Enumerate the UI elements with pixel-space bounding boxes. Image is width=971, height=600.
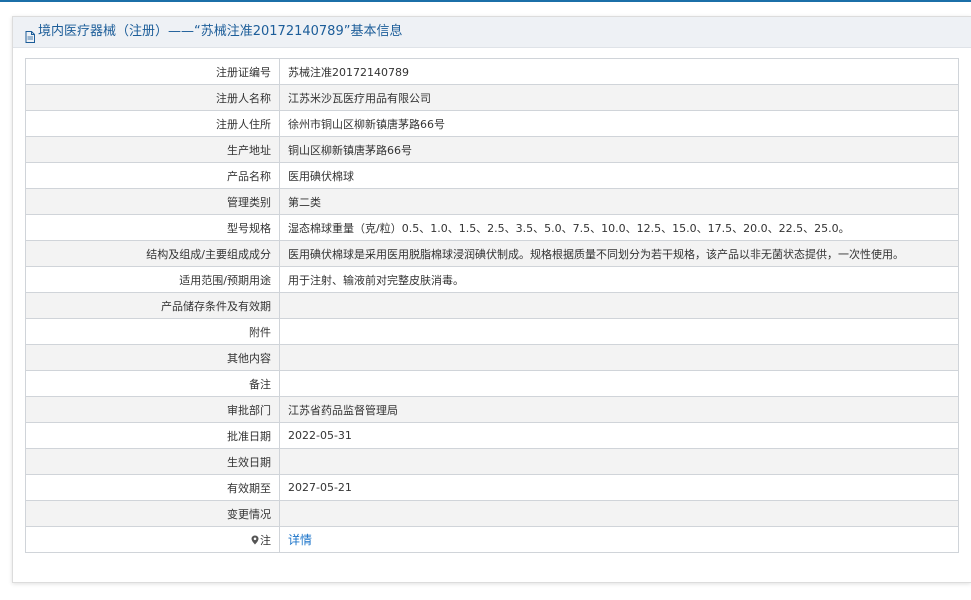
row-label: 注册人名称 bbox=[25, 84, 280, 111]
table-row: 产品名称 医用碘伏棉球 bbox=[25, 162, 959, 189]
table-row: 附件 bbox=[25, 318, 959, 345]
document-icon bbox=[25, 25, 35, 43]
table-row: 其他内容 bbox=[25, 344, 959, 371]
row-label: 附件 bbox=[25, 318, 280, 345]
row-label: 管理类别 bbox=[25, 188, 280, 215]
note-row: 注 详情 bbox=[25, 526, 959, 553]
row-label: 批准日期 bbox=[25, 422, 280, 449]
row-label: 审批部门 bbox=[25, 396, 280, 423]
note-label-cell: 注 bbox=[25, 526, 280, 553]
row-value: 医用碘伏棉球 bbox=[279, 162, 959, 189]
row-label: 产品名称 bbox=[25, 162, 280, 189]
table-row: 生产地址 铜山区柳新镇唐茅路66号 bbox=[25, 136, 959, 163]
row-value: 2027-05-21 bbox=[279, 474, 959, 501]
row-label: 其他内容 bbox=[25, 344, 280, 371]
info-panel: 境内医疗器械（注册）——“苏械注准20172140789”基本信息 注册证编号 … bbox=[12, 16, 971, 583]
pin-icon bbox=[251, 535, 259, 545]
row-value: 江苏省药品监督管理局 bbox=[279, 396, 959, 423]
row-value: 湿态棉球重量（克/粒）0.5、1.0、1.5、2.5、3.5、5.0、7.5、1… bbox=[279, 214, 959, 241]
row-value bbox=[279, 370, 959, 397]
row-label: 适用范围/预期用途 bbox=[25, 266, 280, 293]
table-row: 结构及组成/主要组成成分 医用碘伏棉球是采用医用脱脂棉球浸润碘伏制成。规格根据质… bbox=[25, 240, 959, 267]
row-label: 产品储存条件及有效期 bbox=[25, 292, 280, 319]
row-label: 生产地址 bbox=[25, 136, 280, 163]
row-value bbox=[279, 448, 959, 475]
note-value-cell: 详情 bbox=[279, 526, 959, 553]
row-value: 铜山区柳新镇唐茅路66号 bbox=[279, 136, 959, 163]
row-value bbox=[279, 344, 959, 371]
table-row: 产品储存条件及有效期 bbox=[25, 292, 959, 319]
table-row: 变更情况 bbox=[25, 500, 959, 527]
table-row: 注册证编号 苏械注准20172140789 bbox=[25, 58, 959, 85]
row-label: 有效期至 bbox=[25, 474, 280, 501]
table-row: 适用范围/预期用途 用于注射、输液前对完整皮肤消毒。 bbox=[25, 266, 959, 293]
table-row: 生效日期 bbox=[25, 448, 959, 475]
row-value: 第二类 bbox=[279, 188, 959, 215]
table-row: 备注 bbox=[25, 370, 959, 397]
table-row: 注册人名称 江苏米沙瓦医疗用品有限公司 bbox=[25, 84, 959, 111]
table-row: 批准日期 2022-05-31 bbox=[25, 422, 959, 449]
note-label: 注 bbox=[260, 533, 271, 547]
row-value: 徐州市铜山区柳新镇唐茅路66号 bbox=[279, 110, 959, 137]
row-value bbox=[279, 318, 959, 345]
table-row: 审批部门 江苏省药品监督管理局 bbox=[25, 396, 959, 423]
top-accent-line bbox=[0, 0, 971, 2]
row-value: 2022-05-31 bbox=[279, 422, 959, 449]
row-label: 生效日期 bbox=[25, 448, 280, 475]
table-row: 注册人住所 徐州市铜山区柳新镇唐茅路66号 bbox=[25, 110, 959, 137]
page-title: 境内医疗器械（注册）——“苏械注准20172140789”基本信息 bbox=[38, 24, 403, 39]
details-link[interactable]: 详情 bbox=[288, 533, 312, 547]
panel-header: 境内医疗器械（注册）——“苏械注准20172140789”基本信息 bbox=[13, 17, 971, 48]
row-value: 用于注射、输液前对完整皮肤消毒。 bbox=[279, 266, 959, 293]
row-label: 备注 bbox=[25, 370, 280, 397]
row-label: 注册证编号 bbox=[25, 58, 280, 85]
row-value bbox=[279, 500, 959, 527]
row-value: 苏械注准20172140789 bbox=[279, 58, 959, 85]
table-row: 型号规格 湿态棉球重量（克/粒）0.5、1.0、1.5、2.5、3.5、5.0、… bbox=[25, 214, 959, 241]
table-row: 有效期至 2027-05-21 bbox=[25, 474, 959, 501]
row-value: 医用碘伏棉球是采用医用脱脂棉球浸润碘伏制成。规格根据质量不同划分为若干规格，该产… bbox=[279, 240, 959, 267]
row-label: 注册人住所 bbox=[25, 110, 280, 137]
row-label: 变更情况 bbox=[25, 500, 280, 527]
row-label: 结构及组成/主要组成成分 bbox=[25, 240, 280, 267]
row-value bbox=[279, 292, 959, 319]
info-table: 注册证编号 苏械注准20172140789 注册人名称 江苏米沙瓦医疗用品有限公… bbox=[25, 58, 959, 553]
row-value: 江苏米沙瓦医疗用品有限公司 bbox=[279, 84, 959, 111]
table-row: 管理类别 第二类 bbox=[25, 188, 959, 215]
row-label: 型号规格 bbox=[25, 214, 280, 241]
